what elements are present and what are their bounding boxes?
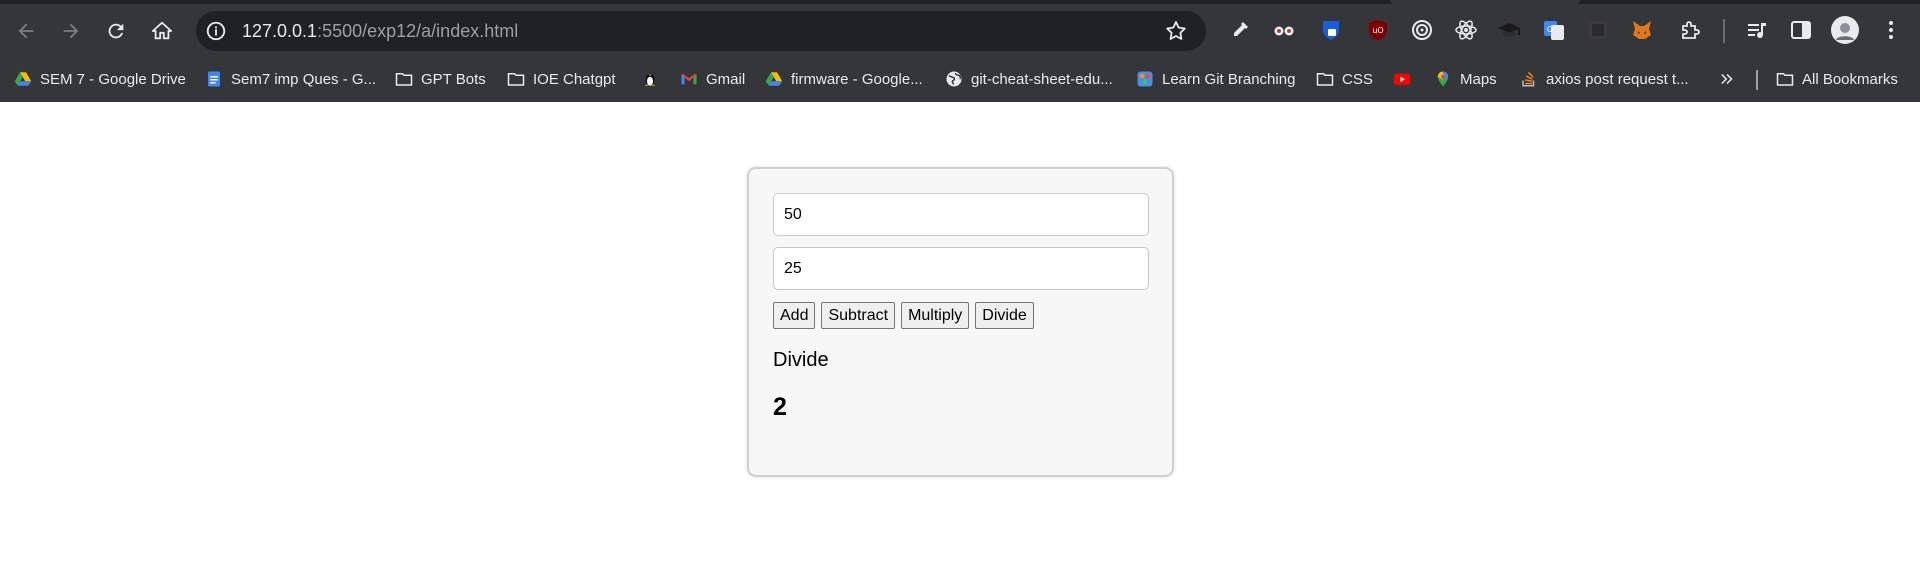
arrow-right-icon [63,23,79,39]
divide-button[interactable]: Divide [975,302,1034,329]
more-bookmarks-button[interactable] [1714,62,1740,96]
side-panel-icon[interactable] [1787,16,1815,44]
bookmark-item[interactable]: Learn Git Branching [1132,62,1299,96]
bookmark-item[interactable]: firmware - Google... [761,62,927,96]
bookmark-label: git-cheat-sheet-edu... [971,70,1113,88]
url-path: :5500/exp12/a/index.html [317,21,519,41]
subtract-button[interactable]: Subtract [821,302,896,329]
chevron-double-right-icon [1718,70,1736,88]
operation-buttons: Add Subtract Multiply Divide [773,302,1034,329]
bookmark-item[interactable]: IOE Chatgpt [503,62,620,96]
all-bookmarks-button[interactable]: All Bookmarks [1772,62,1902,96]
reload-button[interactable] [98,13,134,49]
stackoverflow-icon [1520,70,1538,88]
tab-strip [0,0,1920,4]
bookmark-item[interactable]: Gmail [676,62,749,96]
react-devtools-icon[interactable] [1452,16,1480,44]
google-drive-icon [14,70,32,88]
youtube-icon [1393,70,1411,88]
url-text[interactable]: 127.0.0.1:5500/exp12/a/index.html [242,21,518,42]
bookmark-item[interactable] [1389,62,1423,96]
google-maps-icon [1434,70,1452,88]
bookmark-label: Gmail [706,70,746,88]
url-host: 127.0.0.1 [242,21,318,41]
google-translate-icon[interactable]: G [1540,16,1568,44]
bookmark-item[interactable]: CSS [1312,62,1377,96]
browser-menu-icon[interactable] [1877,16,1905,44]
calculator-card: Add Subtract Multiply Divide Divide 2 [747,167,1174,477]
result-value: 2 [773,393,787,421]
eyedropper-extension-icon[interactable] [1226,16,1254,44]
linux-penguin-icon [641,70,659,88]
back-button[interactable] [8,13,44,49]
bitwarden-lock-extension-icon[interactable] [1317,16,1345,44]
bookmark-star-icon[interactable] [1164,19,1188,43]
bookmark-label: firmware - Google... [791,70,923,88]
bookmark-label: Learn Git Branching [1162,70,1296,88]
graduation-cap-extension-icon[interactable] [1495,16,1523,44]
forward-button[interactable] [53,13,89,49]
reload-icon [108,23,124,39]
site-info-icon[interactable] [204,19,228,43]
browser-toolbar: 127.0.0.1:5500/exp12/a/index.html uO G [0,0,1920,62]
home-button[interactable] [144,13,180,49]
svg-text:uO: uO [1372,26,1383,35]
profile-avatar[interactable] [1831,16,1859,44]
address-bar[interactable]: 127.0.0.1:5500/exp12/a/index.html [196,11,1206,51]
all-bookmarks-label: All Bookmarks [1802,70,1898,88]
glasses-extension-icon[interactable] [1270,16,1298,44]
bookmark-label: CSS [1342,70,1373,88]
folder-icon [1316,70,1334,88]
git-branching-icon [1136,70,1154,88]
globe-icon [945,70,963,88]
active-tab-edge [1390,0,1580,4]
bookmark-item[interactable]: git-cheat-sheet-edu... [941,62,1117,96]
bookmark-item[interactable] [637,62,671,96]
page-content: Add Subtract Multiply Divide Divide 2 [0,102,1920,581]
svg-text:G: G [1547,25,1553,34]
google-docs-icon [205,70,223,88]
bookmark-item[interactable]: Maps [1430,62,1501,96]
folder-icon [395,70,413,88]
bookmark-item[interactable]: Sem7 imp Ques - G... [201,62,380,96]
bookmark-item[interactable]: GPT Bots [391,62,490,96]
folder-icon [1776,70,1794,88]
bookmarks-separator [1756,70,1758,90]
multiply-button[interactable]: Multiply [901,302,970,329]
gmail-icon [680,70,698,88]
bookmark-label: GPT Bots [421,70,486,88]
ublock-origin-icon[interactable]: uO [1364,16,1392,44]
media-controls-icon[interactable] [1743,16,1771,44]
bookmark-label: Maps [1460,70,1497,88]
toolbar-separator [1723,19,1725,43]
bookmark-item[interactable]: SEM 7 - Google Drive [10,62,190,96]
home-icon [151,21,173,40]
bookmark-label: axios post request t... [1546,70,1689,88]
bookmarks-bar: SEM 7 - Google Drive Sem7 imp Ques - G..… [0,62,1920,102]
second-number-input[interactable] [773,247,1149,290]
first-number-input[interactable] [773,193,1149,236]
dark-square-extension-icon[interactable] [1584,16,1612,44]
bookmark-item[interactable]: axios post request t... [1516,62,1693,96]
bookmark-label: SEM 7 - Google Drive [40,70,186,88]
google-drive-icon [765,70,783,88]
bookmark-label: IOE Chatgpt [533,70,616,88]
arrow-left-icon [18,23,34,39]
extensions-puzzle-icon[interactable] [1677,16,1705,44]
metamask-fox-icon[interactable] [1628,16,1656,44]
folder-icon [507,70,525,88]
target-extension-icon[interactable] [1408,16,1436,44]
operation-label: Divide [773,349,829,371]
add-button[interactable]: Add [773,302,816,329]
bookmark-label: Sem7 imp Ques - G... [231,70,377,88]
